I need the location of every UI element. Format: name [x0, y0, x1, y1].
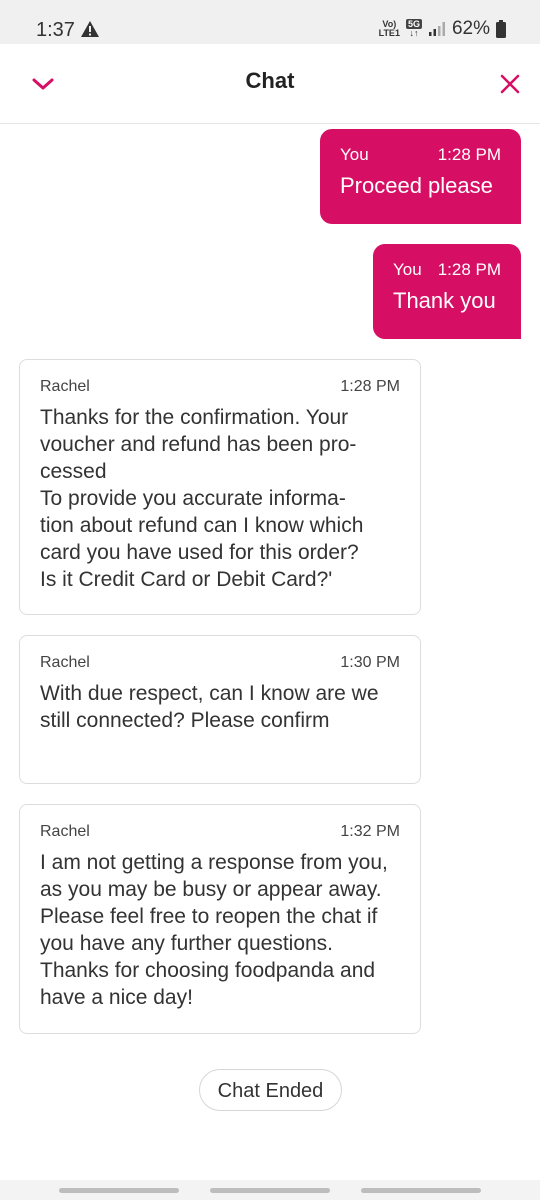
message-time: 1:28 PM	[437, 260, 501, 279]
nav-back-button[interactable]	[361, 1188, 481, 1193]
incoming-message: Rachel 1:32 PM I am not getting a respon…	[19, 804, 421, 1034]
message-sender: Rachel	[40, 823, 90, 840]
chat-messages[interactable]: You 1:28 PM Proceed please You 1:28 PM T…	[0, 124, 540, 1104]
message-time: 1:32 PM	[340, 823, 400, 840]
message-sender: You	[340, 145, 369, 164]
nav-home-button[interactable]	[210, 1188, 330, 1193]
battery-percent: 62%	[451, 18, 490, 39]
page-title: Chat	[245, 68, 295, 93]
status-indicators: Vo) LTE1 5G ↓↑ 62%	[379, 18, 506, 40]
status-time: 1:37	[36, 19, 75, 41]
message-time: 1:28 PM	[437, 145, 501, 164]
signal-icon	[428, 22, 445, 36]
close-icon	[500, 74, 520, 94]
outgoing-message: You 1:28 PM Proceed please	[320, 129, 521, 224]
message-text: Thank you	[393, 288, 496, 313]
warning-icon	[81, 21, 99, 37]
message-sender: Rachel	[40, 654, 90, 671]
message-sender: You	[393, 260, 422, 279]
volte-indicator: Vo) LTE1	[378, 19, 400, 38]
message-text: Proceed please	[340, 173, 493, 198]
close-button[interactable]	[496, 70, 524, 98]
outgoing-message: You 1:28 PM Thank you	[373, 244, 521, 339]
message-text: I am not getting a response from you, as…	[40, 851, 388, 1009]
incoming-message: Rachel 1:30 PM With due respect, can I k…	[19, 635, 421, 784]
chat-header: Chat	[0, 44, 540, 124]
message-sender: Rachel	[40, 378, 90, 395]
incoming-message: Rachel 1:28 PM Thanks for the confirmati…	[19, 359, 421, 615]
status-bar: 1:37 Vo) LTE1 5G ↓↑ 62%	[0, 0, 540, 44]
navigation-bar	[0, 1180, 540, 1200]
network-indicator: 5G ↓↑	[405, 19, 422, 38]
chat-ended-badge: Chat Ended	[199, 1069, 342, 1111]
message-text: Thanks for the confirmation. Your vouche…	[40, 406, 364, 591]
message-text: With due respect, can I know are we stil…	[40, 682, 379, 732]
message-time: 1:30 PM	[340, 654, 400, 671]
nav-recent-button[interactable]	[59, 1188, 179, 1193]
message-time: 1:28 PM	[340, 378, 400, 395]
battery-icon	[496, 20, 506, 38]
